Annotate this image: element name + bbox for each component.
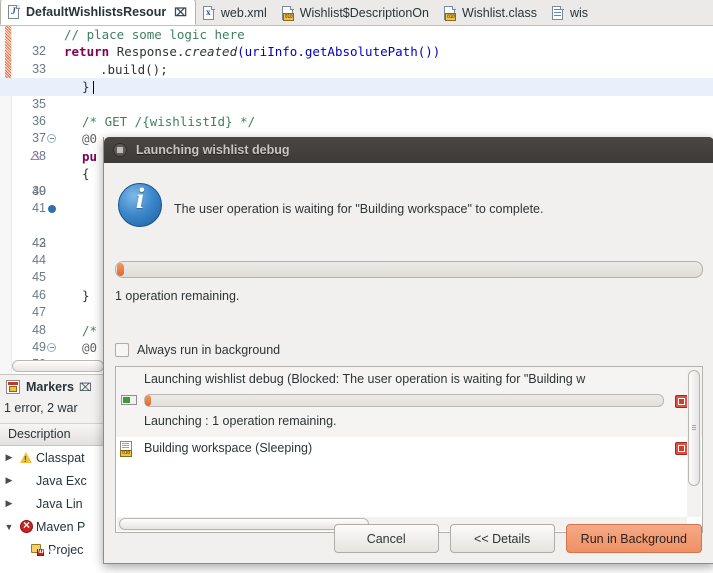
code-line: 36 — [0, 96, 713, 128]
editor-tab-web-xml[interactable]: x web.xml — [196, 1, 275, 25]
code-text: /* — [82, 322, 98, 338]
class-file-icon: 010 — [281, 5, 295, 21]
tab-label: wis — [569, 6, 589, 20]
markers-summary: 1 error, 2 war — [4, 401, 78, 415]
always-run-in-background-checkbox-row[interactable]: Always run in background — [115, 343, 280, 357]
dialog-button-row: Cancel << Details Run in Background — [104, 524, 713, 553]
code-text: } — [82, 287, 90, 303]
markers-close-icon[interactable]: ⌧ — [79, 381, 92, 394]
java-file-icon: J — [8, 4, 21, 20]
markers-tab[interactable]: Markers ⌧ — [0, 375, 92, 399]
editor-tab-bar: J DefaultWishlistsResour ⌧ x web.xml 010… — [0, 0, 713, 26]
dialog-title-bar[interactable]: Launching wishlist debug — [104, 137, 713, 163]
code-text: return Response.created(uriInfo.getAbsol… — [64, 43, 440, 60]
expand-twisty-icon[interactable]: ▶ — [0, 475, 18, 486]
subtask-icon — [121, 395, 137, 405]
list-item[interactable]: 010 Building workspace (Sleeping) — [116, 437, 702, 477]
text-caret — [93, 81, 94, 95]
expand-twisty-icon[interactable]: ▶ — [0, 498, 18, 509]
fold-collapse-icon[interactable] — [47, 343, 56, 353]
editor-tab-wishlist-class[interactable]: 010 Wishlist.class — [437, 1, 545, 25]
details-vertical-scrollbar[interactable] — [687, 368, 701, 517]
run-in-background-button[interactable]: Run in Background — [565, 524, 702, 553]
class-file-icon: 010 — [443, 5, 457, 21]
code-text: @0 — [82, 131, 98, 147]
editor-tab-default-wishlists-resource[interactable]: J DefaultWishlistsResour ⌧ — [0, 0, 196, 25]
code-type: Response. — [116, 44, 185, 60]
progress-fill — [117, 263, 124, 276]
dialog-message: The user operation is waiting for "Build… — [174, 202, 544, 216]
always-run-in-background-checkbox[interactable] — [115, 343, 129, 357]
tab-label: Wishlist.class — [461, 6, 537, 20]
markers-icon — [6, 379, 21, 395]
job-progress-bar — [144, 394, 664, 407]
job-progress-fill — [145, 395, 151, 406]
project-error-icon: \u00d7 — [30, 542, 57, 558]
dialog-body: The user operation is waiting for "Build… — [104, 163, 713, 563]
error-icon — [18, 518, 36, 535]
scrollbar-thumb[interactable] — [688, 370, 700, 486]
editor-tab-wis[interactable]: wis — [545, 1, 596, 25]
build-file-icon: 010 — [120, 441, 134, 457]
code-text: /* GET /{wishlistId} */ — [82, 113, 256, 129]
breakpoint-icon[interactable] — [48, 204, 56, 213]
no-icon — [18, 496, 36, 512]
column-description[interactable]: Description — [8, 427, 71, 441]
code-line: 37 /* GET /{wishlistId} */ — [0, 113, 713, 145]
cancel-button[interactable]: Cancel — [333, 524, 439, 553]
markers-title: Markers — [26, 380, 74, 394]
tab-label: DefaultWishlistsResour — [26, 5, 167, 19]
editor-tab-wishlist-description[interactable]: 010 Wishlist$DescriptionOn — [275, 1, 437, 25]
code-text: pu — [82, 148, 98, 164]
job-title: Launching wishlist debug (Blocked: The u… — [144, 372, 586, 386]
warning-icon — [18, 450, 36, 466]
xml-file-icon: x — [202, 5, 216, 21]
code-line: 34 .build(); — [0, 61, 713, 93]
job-title: Building workspace (Sleeping) — [144, 441, 313, 455]
details-button[interactable]: << Details — [449, 524, 555, 553]
checkbox-label: Always run in background — [137, 343, 281, 357]
operations-remaining-label: 1 operation remaining. — [115, 289, 240, 303]
fold-collapse-icon[interactable] — [47, 134, 56, 144]
code-line: 32 // place some logic here — [0, 26, 713, 58]
maximize-icon[interactable] — [113, 143, 127, 157]
list-item[interactable]: Launching wishlist debug (Blocked: The u… — [116, 367, 702, 437]
code-text: @0 — [82, 340, 98, 356]
marker-label: Java Lin — [36, 496, 83, 511]
code-keyword: return — [64, 44, 110, 60]
marker-label: Java Exc — [36, 473, 87, 488]
application-window: J DefaultWishlistsResour ⌧ x web.xml 010… — [0, 0, 713, 573]
marker-label: Classpat — [36, 450, 85, 465]
code-text: // place some logic here — [64, 27, 245, 42]
code-text: .build(); — [100, 61, 168, 77]
details-list[interactable]: Launching wishlist debug (Blocked: The u… — [115, 366, 703, 533]
tab-close-icon[interactable]: ⌧ — [174, 6, 187, 19]
dialog-title: Launching wishlist debug — [136, 143, 290, 157]
job-subtitle: Launching : 1 operation remaining. — [144, 414, 337, 428]
code-text: } — [82, 79, 90, 95]
progress-dialog: Launching wishlist debug The user operat… — [103, 137, 713, 564]
no-icon — [18, 473, 36, 489]
collapse-twisty-icon[interactable]: ▼ — [0, 522, 18, 532]
tab-label: Wishlist$DescriptionOn — [299, 6, 429, 20]
marker-label: Maven P — [36, 519, 86, 534]
overview-arrow-icon — [30, 152, 40, 160]
editor-horizontal-scrollbar[interactable] — [12, 360, 104, 372]
main-progress-bar — [115, 261, 703, 278]
expand-twisty-icon[interactable]: ▶ — [0, 452, 18, 463]
code-args: (uriInfo.getAbsolutePath()) — [237, 44, 441, 60]
code-text: { — [82, 166, 90, 182]
code-method: created — [184, 44, 238, 60]
info-icon — [118, 182, 162, 227]
code-line: 33 return Response.created(uriInfo.getAb… — [0, 43, 713, 75]
tab-label: web.xml — [220, 6, 267, 20]
plain-file-icon — [551, 5, 565, 21]
code-line-current: 35 } — [0, 78, 713, 111]
